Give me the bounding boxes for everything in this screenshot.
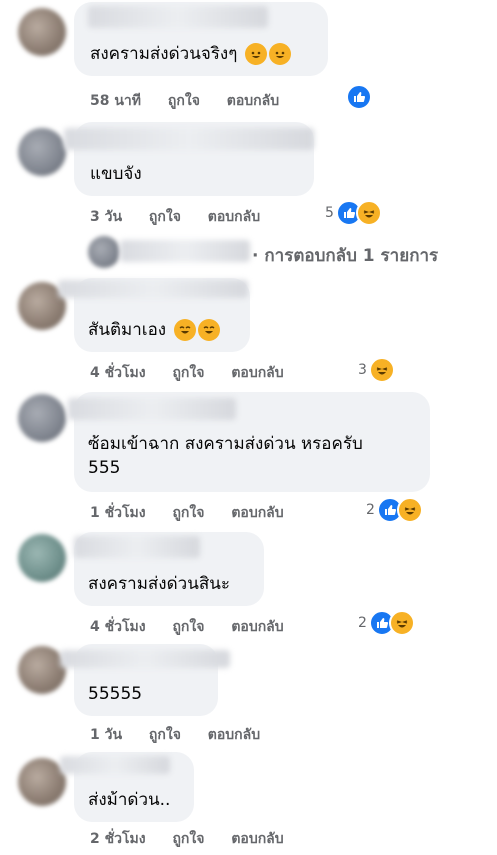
comment-bubble: ซ้อมเข้าฉาก สงครามส่งด่วน หรอครับ 555 [68,392,430,492]
reply-button[interactable]: ตอบกลับ [208,209,260,225]
avatar[interactable] [18,758,66,806]
avatar[interactable] [18,394,66,442]
comment-meta: 4 ชั่วโมง ถูกใจ ตอบกลับ [90,362,306,384]
reaction-summary[interactable]: 2 [366,497,423,523]
avatar[interactable] [18,128,66,176]
view-replies-link[interactable]: · การตอบกลับ 1 รายการ [252,242,438,269]
reply-button[interactable]: ตอบกลับ [227,93,279,109]
comment-time[interactable]: 3 วัน [90,209,122,225]
comment-meta: 1 ชั่วโมง ถูกใจ ตอบกลับ [90,502,306,524]
commenter-name[interactable] [60,756,170,774]
commenter-name[interactable] [68,398,236,420]
comment-bubble: สงครามส่งด่วนสินะ [74,532,264,606]
commenter-name[interactable] [74,536,200,558]
avatar[interactable] [18,8,66,56]
reply-button[interactable]: ตอบกลับ [231,505,283,521]
comment-text: สันติมาเอง [88,318,220,342]
commenter-name[interactable] [58,280,248,298]
comment-time[interactable]: 2 ชั่วโมง [90,831,146,847]
comment-text: สงครามส่งด่วนสินะ [88,574,230,594]
haha-reaction-icon [396,497,423,523]
reaction-summary[interactable]: 3 [358,357,395,383]
reaction-count: 2 [358,615,367,631]
comment-meta: 1 วัน ถูกใจ ตอบกลับ [90,724,282,746]
like-button[interactable]: ถูกใจ [149,727,181,743]
avatar[interactable] [18,534,66,582]
comment-time[interactable]: 1 วัน [90,727,122,743]
haha-reaction-icon [355,200,382,226]
comment-bubble: 55555 [60,644,230,716]
reaction-count: 5 [325,205,334,221]
reaction-count: 2 [366,502,375,518]
comment-time[interactable]: 4 ชั่วโมง [90,619,146,635]
commenter-name[interactable] [64,128,314,150]
haha-reaction-icon [388,610,415,636]
commenter-name[interactable] [88,6,268,28]
reply-author-name[interactable] [120,240,250,262]
like-button[interactable]: ถูกใจ [168,93,200,109]
reaction-summary[interactable] [346,84,372,110]
commenter-name[interactable] [60,650,230,668]
comment-time[interactable]: 58 นาที [90,93,141,109]
haha-reaction-icon [368,357,395,383]
rofl-emoji-icon [244,43,267,65]
comment-meta: 4 ชั่วโมง ถูกใจ ตอบกลับ [90,616,306,638]
avatar[interactable] [18,646,66,694]
comment-bubble: สันติมาเอง [58,278,250,352]
comment-bubble: ส่งม้าด่วน.. [60,752,194,822]
like-button[interactable]: ถูกใจ [172,619,204,635]
reply-button[interactable]: ตอบกลับ [208,727,260,743]
like-button[interactable]: ถูกใจ [149,209,181,225]
comment-text: 55555 [88,684,143,704]
comment-text-line: 555 [88,458,121,478]
like-reaction-icon [346,84,372,110]
comment-text-line: ซ้อมเข้าฉาก สงครามส่งด่วน หรอครับ [88,434,363,454]
like-button[interactable]: ถูกใจ [172,505,204,521]
avatar[interactable] [88,236,120,268]
comment-bubble: สงครามส่งด่วนจริงๆ [74,2,328,76]
comment-meta: 2 ชั่วโมง ถูกใจ ตอบกลับ [90,828,306,850]
reply-button[interactable]: ตอบกลับ [231,619,283,635]
reaction-summary[interactable]: 5 [325,200,382,226]
joy-emoji-icon [173,319,196,341]
comment-time[interactable]: 4 ชั่วโมง [90,365,146,381]
reaction-summary[interactable]: 2 [358,610,415,636]
comment-meta: 58 นาที ถูกใจ ตอบกลับ [90,90,301,112]
reaction-count: 3 [358,362,367,378]
like-button[interactable]: ถูกใจ [172,831,204,847]
like-button[interactable]: ถูกใจ [172,365,204,381]
comment-text: ส่งม้าด่วน.. [88,790,171,810]
comment-text: แขบจัง [90,164,142,184]
comment-text: สงครามส่งด่วนจริงๆ [90,42,291,66]
joy-emoji-icon [197,319,220,341]
comment-bubble: แขบจัง [64,122,314,196]
comment-meta: 3 วัน ถูกใจ ตอบกลับ [90,206,282,228]
reply-button[interactable]: ตอบกลับ [231,831,283,847]
rofl-emoji-icon [268,43,291,65]
reply-button[interactable]: ตอบกลับ [231,365,283,381]
comment-time[interactable]: 1 ชั่วโมง [90,505,146,521]
